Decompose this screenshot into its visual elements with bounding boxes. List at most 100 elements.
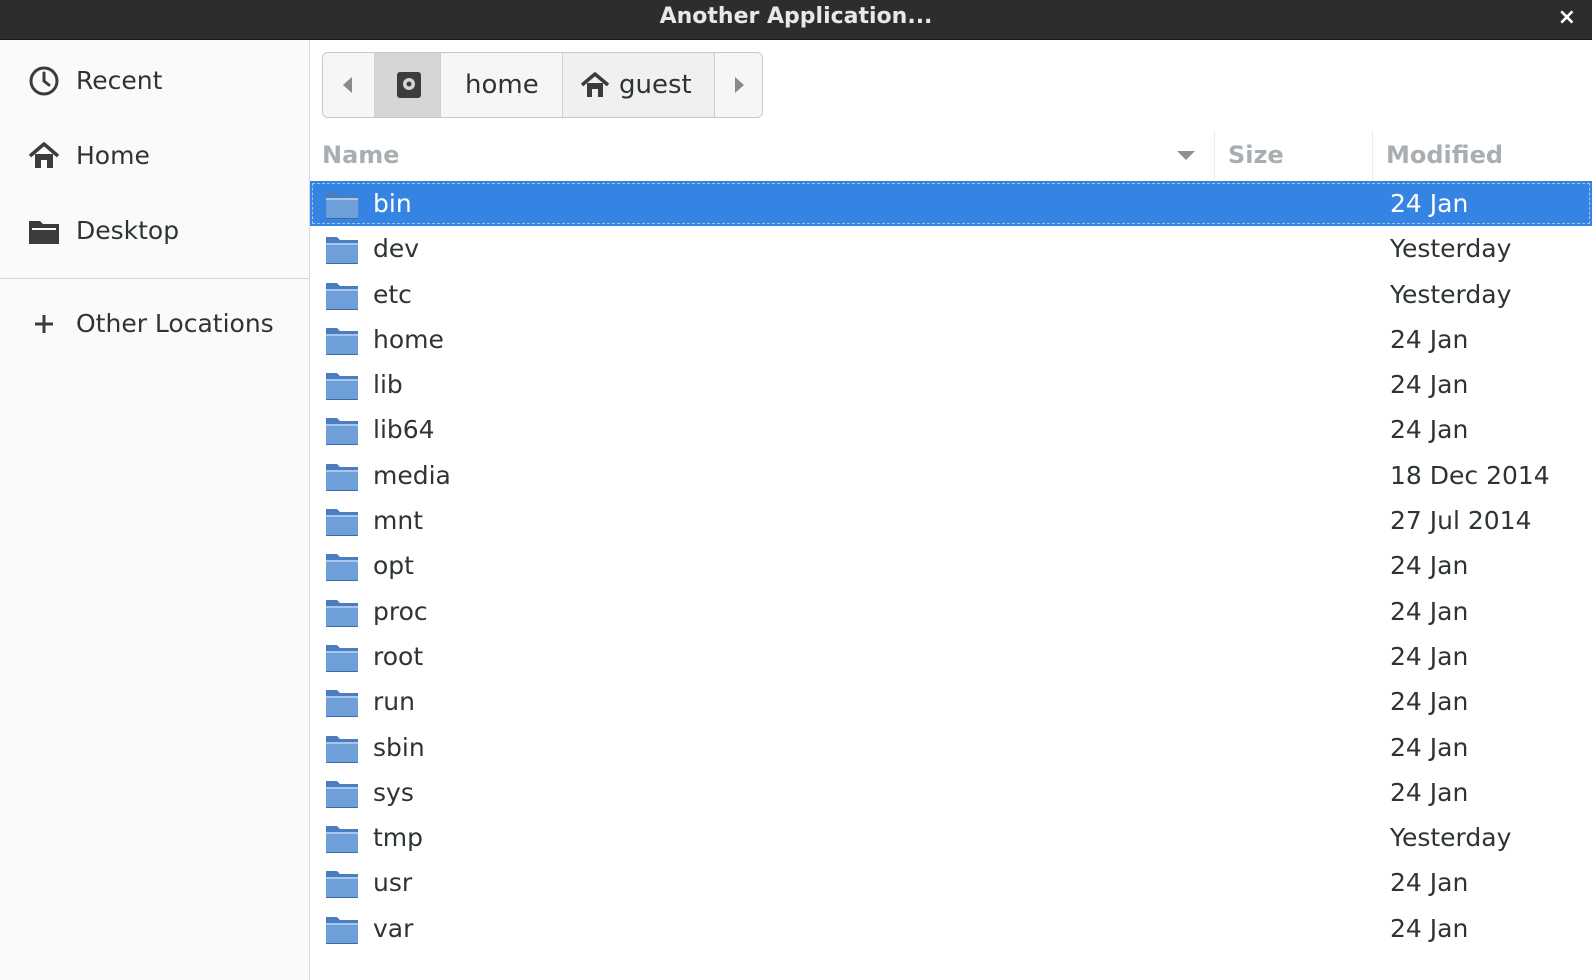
sidebar: Recent Home Desktop Other Locations bbox=[0, 40, 310, 980]
table-row[interactable]: lib 24 Jan bbox=[310, 362, 1592, 407]
path-root-button[interactable] bbox=[375, 53, 441, 117]
table-row[interactable]: lib64 24 Jan bbox=[310, 407, 1592, 452]
file-modified: Yesterday bbox=[1390, 234, 1512, 264]
sidebar-item-label: Recent bbox=[76, 66, 163, 95]
folder-icon bbox=[325, 324, 359, 356]
file-modified: 24 Jan bbox=[1390, 913, 1469, 943]
table-row[interactable]: sys 24 Jan bbox=[310, 770, 1592, 815]
folder-icon bbox=[325, 188, 359, 220]
table-row[interactable]: sbin 24 Jan bbox=[310, 725, 1592, 770]
column-header-modified[interactable]: Modified bbox=[1386, 130, 1503, 180]
folder-icon bbox=[325, 867, 359, 899]
path-segment-label: guest bbox=[619, 70, 692, 100]
column-header-name[interactable]: Name bbox=[322, 130, 400, 180]
file-name: proc bbox=[373, 596, 428, 626]
table-row[interactable]: home 24 Jan bbox=[310, 317, 1592, 362]
table-row[interactable]: run 24 Jan bbox=[310, 679, 1592, 724]
file-modified: 24 Jan bbox=[1390, 324, 1469, 354]
table-row[interactable]: media 18 Dec 2014 bbox=[310, 453, 1592, 498]
folder-icon bbox=[325, 822, 359, 854]
table-row[interactable]: mnt 27 Jul 2014 bbox=[310, 498, 1592, 543]
file-modified: 24 Jan bbox=[1390, 641, 1469, 671]
file-modified: Yesterday bbox=[1390, 823, 1512, 853]
chevron-right-icon bbox=[735, 77, 744, 93]
folder-icon bbox=[325, 369, 359, 401]
file-name: sys bbox=[373, 777, 414, 807]
sidebar-item-label: Desktop bbox=[76, 216, 180, 245]
table-row[interactable]: usr 24 Jan bbox=[310, 860, 1592, 905]
file-name: etc bbox=[373, 279, 412, 309]
table-row[interactable]: tmp Yesterday bbox=[310, 815, 1592, 860]
path-segment-home[interactable]: home bbox=[441, 53, 563, 117]
file-name: lib bbox=[373, 370, 403, 400]
folder-icon bbox=[26, 213, 62, 249]
file-name: opt bbox=[373, 551, 414, 581]
folder-icon bbox=[325, 641, 359, 673]
file-name: dev bbox=[373, 234, 420, 264]
table-row[interactable]: etc Yesterday bbox=[310, 272, 1592, 317]
clock-icon bbox=[26, 63, 62, 99]
file-modified: 24 Jan bbox=[1390, 415, 1469, 445]
column-divider bbox=[1214, 130, 1215, 180]
file-modified: 27 Jul 2014 bbox=[1390, 506, 1532, 536]
file-name: mnt bbox=[373, 506, 423, 536]
home-icon bbox=[579, 70, 611, 104]
chevron-left-icon bbox=[343, 77, 352, 93]
file-name: lib64 bbox=[373, 415, 435, 445]
path-forward-button[interactable] bbox=[715, 53, 762, 117]
sidebar-item-label: Home bbox=[76, 141, 150, 170]
folder-icon bbox=[325, 777, 359, 809]
file-name: sbin bbox=[373, 732, 425, 762]
file-list: bin 24 Jan dev Yesterday etc Yesterday home 24 … bbox=[310, 181, 1592, 951]
sidebar-item-label: Other Locations bbox=[76, 309, 274, 338]
file-name: var bbox=[373, 913, 414, 943]
folder-icon bbox=[325, 686, 359, 718]
folder-icon bbox=[325, 505, 359, 537]
table-row[interactable]: proc 24 Jan bbox=[310, 589, 1592, 634]
sidebar-item-desktop[interactable]: Desktop bbox=[0, 203, 309, 259]
table-row[interactable]: bin 24 Jan bbox=[310, 181, 1592, 227]
folder-icon bbox=[325, 596, 359, 628]
file-modified: 24 Jan bbox=[1390, 777, 1469, 807]
column-header-size[interactable]: Size bbox=[1228, 130, 1284, 180]
file-modified: 24 Jan bbox=[1390, 551, 1469, 581]
sidebar-item-home[interactable]: Home bbox=[0, 128, 309, 184]
sort-descending-icon[interactable] bbox=[1177, 151, 1195, 160]
file-name: media bbox=[373, 460, 451, 490]
folder-icon bbox=[325, 913, 359, 945]
file-name: tmp bbox=[373, 823, 424, 853]
file-name: run bbox=[373, 687, 415, 717]
table-row[interactable]: root 24 Jan bbox=[310, 634, 1592, 679]
close-button[interactable]: × bbox=[1548, 0, 1592, 36]
path-back-button[interactable] bbox=[323, 53, 375, 117]
window-title: Another Application... bbox=[659, 4, 933, 29]
file-modified: 24 Jan bbox=[1390, 189, 1469, 218]
file-name: home bbox=[373, 324, 444, 354]
table-row[interactable]: opt 24 Jan bbox=[310, 543, 1592, 588]
plus-icon bbox=[26, 306, 62, 342]
path-segment-guest[interactable]: guest bbox=[563, 53, 715, 117]
file-modified: 24 Jan bbox=[1390, 732, 1469, 762]
path-bar: home guest bbox=[322, 52, 763, 118]
folder-icon bbox=[325, 732, 359, 764]
folder-icon bbox=[325, 279, 359, 311]
file-name: root bbox=[373, 641, 424, 671]
file-modified: 24 Jan bbox=[1390, 687, 1469, 717]
table-row[interactable]: var 24 Jan bbox=[310, 906, 1592, 951]
folder-icon bbox=[325, 414, 359, 446]
sidebar-item-recent[interactable]: Recent bbox=[0, 53, 309, 109]
file-modified: 24 Jan bbox=[1390, 596, 1469, 626]
file-modified: 18 Dec 2014 bbox=[1390, 460, 1550, 490]
column-header-row: Name Size Modified bbox=[310, 130, 1592, 180]
titlebar: Another Application... × bbox=[0, 0, 1592, 40]
drive-icon bbox=[396, 71, 422, 103]
folder-icon bbox=[325, 460, 359, 492]
file-name: bin bbox=[373, 189, 412, 218]
path-segment-label: home bbox=[465, 70, 539, 100]
file-modified: 24 Jan bbox=[1390, 370, 1469, 400]
table-row[interactable]: dev Yesterday bbox=[310, 226, 1592, 271]
sidebar-item-other-locations[interactable]: Other Locations bbox=[0, 296, 309, 352]
file-modified: Yesterday bbox=[1390, 279, 1512, 309]
file-name: usr bbox=[373, 868, 413, 898]
folder-icon bbox=[325, 233, 359, 265]
